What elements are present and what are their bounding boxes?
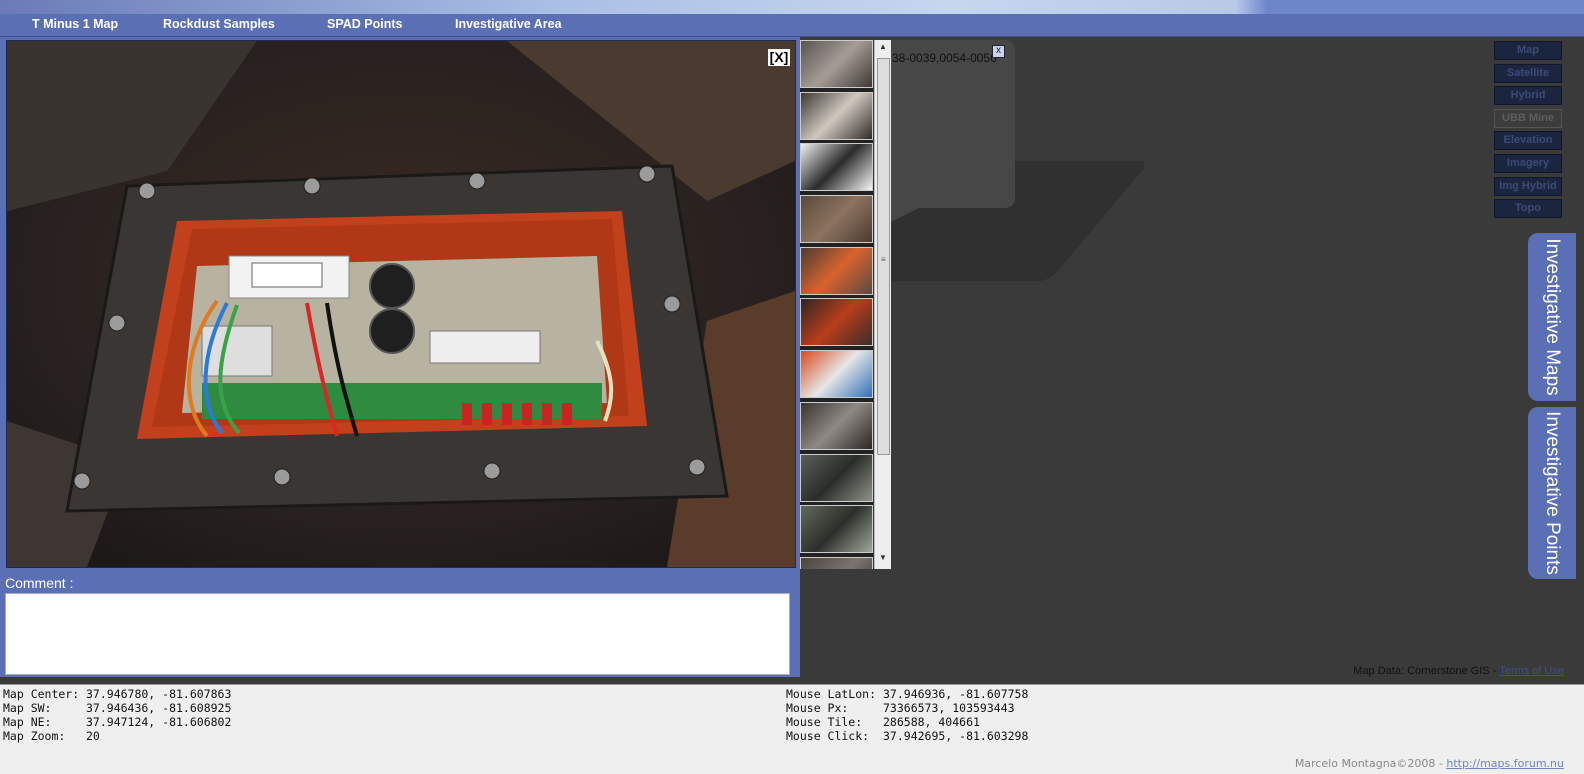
status-label: Mouse Px: xyxy=(786,701,849,715)
status-label: Mouse LatLon: xyxy=(786,687,877,701)
map-type-imagery-button[interactable]: Imagery xyxy=(1494,153,1562,173)
status-value: 37.946436, -81.608925 xyxy=(86,701,232,715)
side-tab-investigative-maps[interactable]: Investigative Maps xyxy=(1528,233,1576,401)
info-bubble-close-button[interactable]: x xyxy=(992,45,1005,58)
equipment-photo: [X] xyxy=(6,40,796,568)
status-row-mouse-latlon: Mouse LatLon: 37.946936, -81.607758 xyxy=(786,687,1028,701)
info-bubble-tail xyxy=(885,205,925,225)
thumbnail[interactable] xyxy=(800,401,873,450)
map-attribution: Map Data: Cornerstone GIS - Terms of Use xyxy=(1353,665,1564,677)
thumbnail[interactable] xyxy=(800,505,873,554)
thumbnail[interactable] xyxy=(800,91,873,140)
info-bubble-title: 38-0039,0054-0056 xyxy=(892,51,997,65)
attribution-text: Map Data: Cornerstone GIS - xyxy=(1353,665,1500,677)
window-top-strip xyxy=(0,0,1584,14)
credit-text: Marcelo Montagna©2008 - xyxy=(1294,757,1447,770)
comment-label: Comment : xyxy=(5,575,74,591)
scroll-down-arrow-icon[interactable]: ▼ xyxy=(875,553,891,567)
map-type-topo-button[interactable]: Topo xyxy=(1494,199,1562,219)
status-row-mouse-tile: Mouse Tile: 286588, 404661 xyxy=(786,715,1028,729)
map-type-hybrid-button[interactable]: Hybrid xyxy=(1494,86,1562,106)
status-value: 37.947124, -81.606802 xyxy=(86,715,232,729)
status-label: Mouse Tile: xyxy=(786,715,863,729)
map-type-elevation-button[interactable]: Elevation xyxy=(1494,131,1562,151)
photo-illustration xyxy=(7,41,795,567)
map-type-map-button[interactable]: Map xyxy=(1494,41,1562,60)
credit-line: Marcelo Montagna©2008 - http://maps.foru… xyxy=(1295,757,1564,770)
terms-of-use-link[interactable]: Terms of Use xyxy=(1499,665,1564,677)
status-row-map-zoom: Map Zoom: 20 xyxy=(3,729,231,743)
menu-item-rockdust-samples[interactable]: Rockdust Samples xyxy=(163,17,275,31)
status-value: 37.946936, -81.607758 xyxy=(883,687,1029,701)
menu-item-t-minus-1-map[interactable]: T Minus 1 Map xyxy=(32,17,118,31)
mouse-info-column: Mouse LatLon: 37.946936, -81.607758 Mouse… xyxy=(786,687,1028,743)
status-label: Map Zoom: xyxy=(3,729,66,743)
status-bar: Map Center: 37.946780, -81.607863 Map SW:… xyxy=(0,684,1584,774)
status-label: Map NE: xyxy=(3,715,52,729)
thumbnail[interactable] xyxy=(800,298,873,347)
scroll-up-arrow-icon[interactable]: ▲ xyxy=(875,42,891,56)
thumbnail-scrollbar[interactable]: ▲ ≡ ▼ xyxy=(874,40,891,569)
scrollbar-thumb[interactable]: ≡ xyxy=(877,58,890,455)
credit-link[interactable]: http://maps.forum.nu xyxy=(1446,757,1564,770)
close-photo-button[interactable]: [X] xyxy=(768,49,790,66)
status-value: 286588, 404661 xyxy=(883,715,980,729)
map-type-control: Map Satellite Hybrid UBB Mine Elevation … xyxy=(1494,41,1562,222)
status-row-map-ne: Map NE: 37.947124, -81.606802 xyxy=(3,715,231,729)
map-info-column: Map Center: 37.946780, -81.607863 Map SW:… xyxy=(3,687,231,743)
status-label: Map SW: xyxy=(3,701,52,715)
status-value: 37.942695, -81.603298 xyxy=(883,729,1029,743)
status-row-map-center: Map Center: 37.946780, -81.607863 xyxy=(3,687,231,701)
status-row-mouse-click: Mouse Click: 37.942695, -81.603298 xyxy=(786,729,1028,743)
status-value: 20 xyxy=(86,729,100,743)
thumbnail[interactable] xyxy=(800,40,873,88)
thumbnail[interactable] xyxy=(800,195,873,244)
map-type-img-hybrid-button[interactable]: Img Hybrid xyxy=(1494,176,1562,196)
map-type-ubb-mine-button[interactable]: UBB Mine xyxy=(1494,108,1562,128)
status-row-mouse-px: Mouse Px: 73366573, 103593443 xyxy=(786,701,1028,715)
side-tab-label: Investigative Maps xyxy=(1542,238,1563,396)
status-value: 37.946780, -81.607863 xyxy=(86,687,232,701)
menu-item-investigative-area[interactable]: Investigative Area xyxy=(455,17,562,31)
status-value: 73366573, 103593443 xyxy=(883,701,1015,715)
status-row-map-sw: Map SW: 37.946436, -81.608925 xyxy=(3,701,231,715)
map-type-satellite-button[interactable]: Satellite xyxy=(1494,63,1562,83)
status-label: Mouse Click: xyxy=(786,729,870,743)
thumbnail[interactable] xyxy=(800,556,873,569)
photo-viewer-panel: [X] Comment : xyxy=(0,37,800,677)
info-bubble xyxy=(885,40,1015,208)
thumbnail-strip xyxy=(800,40,873,569)
thumbnail[interactable] xyxy=(800,350,873,399)
thumbnail[interactable] xyxy=(800,143,873,192)
side-tab-label: Investigative Points xyxy=(1542,411,1563,575)
status-label: Map Center: xyxy=(3,687,80,701)
thumbnail[interactable] xyxy=(800,246,873,295)
menu-bar: T Minus 1 Map Rockdust Samples SPAD Poin… xyxy=(0,14,1584,37)
side-tab-investigative-points[interactable]: Investigative Points xyxy=(1528,407,1576,579)
menu-item-spad-points[interactable]: SPAD Points xyxy=(327,17,402,31)
comment-field[interactable] xyxy=(5,593,790,675)
scrollbar-grip-icon: ≡ xyxy=(881,255,886,264)
thumbnail[interactable] xyxy=(800,453,873,502)
